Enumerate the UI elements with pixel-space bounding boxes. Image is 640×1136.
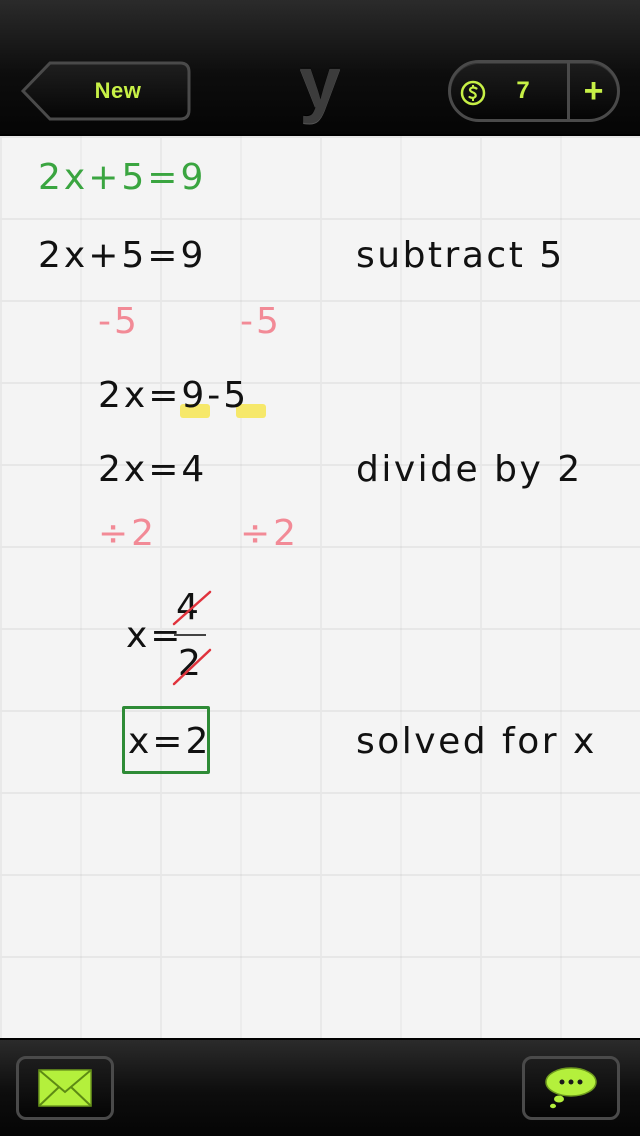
step-note: subtract 5 (356, 235, 565, 276)
right-operation: ÷2 (240, 513, 300, 554)
step-equation: 2x=4 (98, 449, 208, 490)
step-equation: 2x=9-5 (98, 375, 250, 416)
mail-icon (38, 1069, 92, 1107)
add-credits-button[interactable]: + (570, 63, 617, 119)
right-operation: -5 (240, 301, 282, 342)
whiteboard: 2x+5=9 2x+5=9 subtract 5 -5 -5 2x=9-5 2x… (0, 136, 640, 1038)
top-toolbar: New y 7 + (0, 0, 640, 136)
left-operation: -5 (98, 301, 140, 342)
app-logo: y (299, 41, 341, 124)
chat-bubble-icon (545, 1067, 597, 1109)
chat-button[interactable] (522, 1056, 620, 1120)
answer-equation: x=2 (128, 721, 212, 762)
bottom-toolbar (0, 1038, 640, 1136)
new-button[interactable]: New (20, 60, 192, 122)
credits-count: 7 (516, 77, 530, 104)
mail-button[interactable] (16, 1056, 114, 1120)
cancel-strike-marks (172, 590, 212, 686)
step-equation: 2x+5=9 (38, 235, 207, 276)
credits-control: 7 + (448, 60, 620, 122)
coin-icon (460, 80, 486, 106)
new-button-label: New (94, 78, 142, 103)
left-operation: ÷2 (98, 513, 158, 554)
step-note: divide by 2 (356, 449, 583, 490)
problem-equation: 2x+5=9 (38, 157, 207, 198)
step-note: solved for x (356, 721, 597, 762)
